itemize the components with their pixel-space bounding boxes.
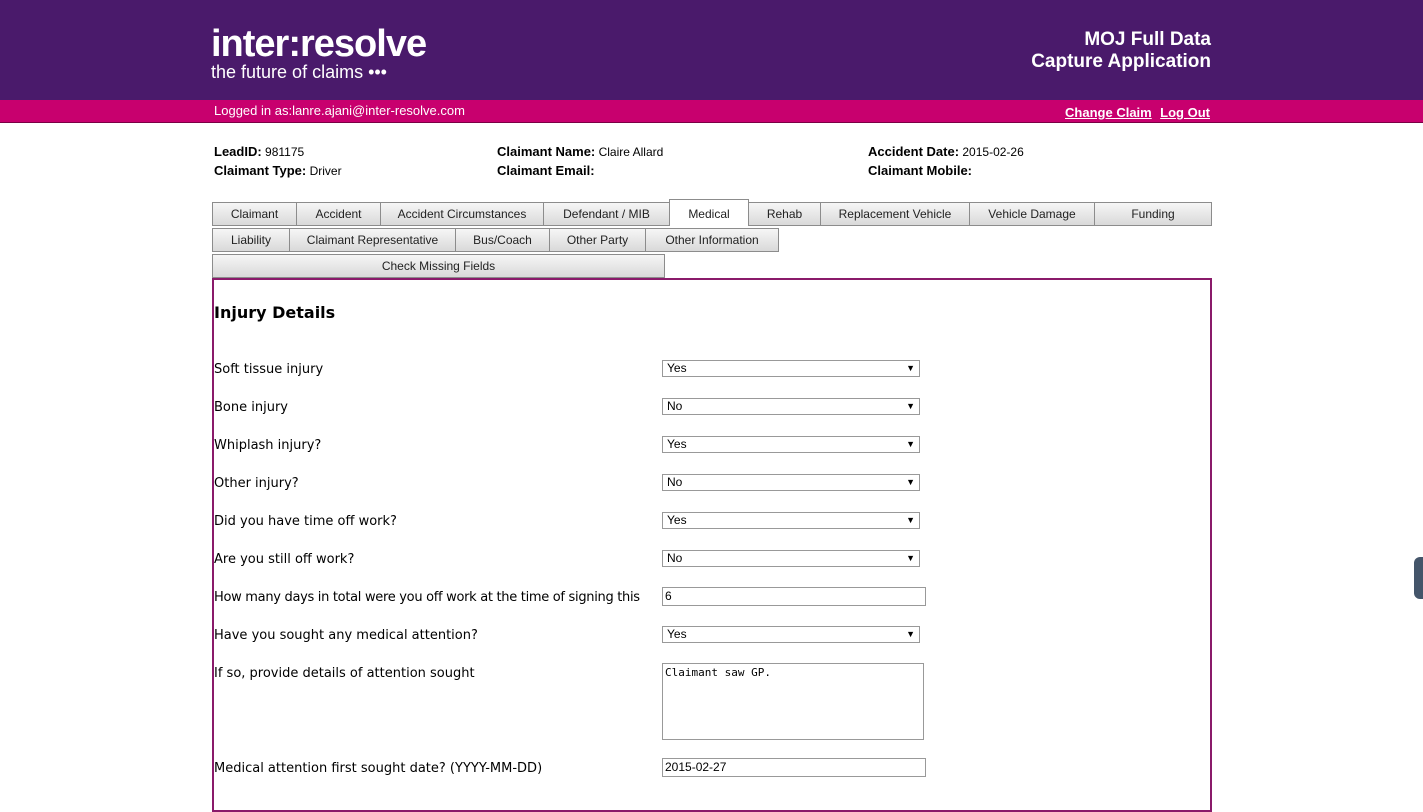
other-injury-label: Other injury? bbox=[214, 476, 299, 491]
app-title-line2: Capture Application bbox=[1031, 51, 1211, 72]
tab-defendant-mib[interactable]: Defendant / MIB bbox=[543, 202, 670, 226]
tab-row-3: Check Missing Fields bbox=[212, 254, 665, 278]
tab-bus-coach[interactable]: Bus/Coach bbox=[455, 228, 550, 252]
still-off-work-label: Are you still off work? bbox=[214, 552, 355, 567]
tab-vehicle-damage[interactable]: Vehicle Damage bbox=[969, 202, 1095, 226]
bone-injury-label: Bone injury bbox=[214, 400, 288, 415]
logo-tagline: the future of claims ••• bbox=[211, 62, 387, 82]
tab-liability[interactable]: Liability bbox=[212, 228, 290, 252]
tab-replacement-vehicle[interactable]: Replacement Vehicle bbox=[820, 202, 970, 226]
dropdown-arrow-icon: ▼ bbox=[906, 553, 915, 563]
tab-row-2: Liability Claimant Representative Bus/Co… bbox=[212, 228, 779, 252]
app-header: inter:resolve the future of claims ••• M… bbox=[0, 0, 1423, 100]
claim-info-col3: Accident Date: 2015-02-26 Claimant Mobil… bbox=[868, 144, 1024, 182]
attention-details-label: If so, provide details of attention soug… bbox=[214, 666, 475, 681]
medical-attention-label: Have you sought any medical attention? bbox=[214, 628, 478, 643]
first-sought-date-label: Medical attention first sought date? (YY… bbox=[214, 761, 543, 776]
tab-rehab[interactable]: Rehab bbox=[748, 202, 821, 226]
section-title: Injury Details bbox=[214, 303, 336, 322]
time-off-work-select[interactable]: Yes ▼ bbox=[662, 512, 920, 529]
first-sought-date-input[interactable]: 2015-02-27 bbox=[662, 758, 926, 777]
tab-row-1: Claimant Accident Accident Circumstances… bbox=[212, 199, 1212, 226]
claimant-mobile: Claimant Mobile: bbox=[868, 163, 973, 178]
lead-id: LeadID: 981175 bbox=[214, 144, 305, 159]
tab-accident-circumstances[interactable]: Accident Circumstances bbox=[380, 202, 544, 226]
side-scroll-handle[interactable] bbox=[1414, 557, 1423, 599]
soft-tissue-select[interactable]: Yes ▼ bbox=[662, 360, 920, 377]
claim-info-col1: LeadID: 981175 Claimant Type: Driver bbox=[214, 144, 342, 182]
whiplash-select[interactable]: Yes ▼ bbox=[662, 436, 920, 453]
tab-other-party[interactable]: Other Party bbox=[549, 228, 646, 252]
bone-injury-select[interactable]: No ▼ bbox=[662, 398, 920, 415]
user-links: Change Claim Log Out bbox=[1061, 104, 1210, 122]
tab-accident[interactable]: Accident bbox=[296, 202, 381, 226]
app-title: MOJ Full Data Capture Application bbox=[1031, 29, 1211, 73]
tab-claimant[interactable]: Claimant bbox=[212, 202, 297, 226]
inter-resolve-logo[interactable]: inter:resolve the future of claims ••• bbox=[211, 23, 427, 82]
tab-funding[interactable]: Funding bbox=[1094, 202, 1212, 226]
dropdown-arrow-icon: ▼ bbox=[906, 477, 915, 487]
other-injury-select[interactable]: No ▼ bbox=[662, 474, 920, 491]
medical-panel: Injury Details Soft tissue injury Yes ▼ B… bbox=[212, 278, 1212, 812]
app-title-line1: MOJ Full Data bbox=[1084, 29, 1211, 50]
claim-info-col2: Claimant Name: Claire Allard Claimant Em… bbox=[497, 144, 663, 182]
dropdown-arrow-icon: ▼ bbox=[906, 401, 915, 411]
claimant-email: Claimant Email: bbox=[497, 163, 595, 178]
soft-tissue-label: Soft tissue injury bbox=[214, 362, 324, 377]
days-off-input[interactable]: 6 bbox=[662, 587, 926, 606]
dropdown-arrow-icon: ▼ bbox=[906, 515, 915, 525]
logged-in-text: Logged in as:lanre.ajani@inter-resolve.c… bbox=[214, 103, 465, 118]
logo-wordmark: inter:resolve bbox=[211, 23, 427, 65]
tab-claimant-representative[interactable]: Claimant Representative bbox=[289, 228, 456, 252]
user-bar: Logged in as:lanre.ajani@inter-resolve.c… bbox=[0, 100, 1423, 123]
log-out-link[interactable]: Log Out bbox=[1160, 105, 1210, 120]
claimant-name: Claimant Name: Claire Allard bbox=[497, 144, 664, 159]
dropdown-arrow-icon: ▼ bbox=[906, 439, 915, 449]
medical-attention-select[interactable]: Yes ▼ bbox=[662, 626, 920, 643]
claimant-type: Claimant Type: Driver bbox=[214, 163, 342, 178]
dropdown-arrow-icon: ▼ bbox=[906, 363, 915, 373]
dropdown-arrow-icon: ▼ bbox=[906, 629, 915, 639]
time-off-work-label: Did you have time off work? bbox=[214, 514, 397, 529]
accident-date: Accident Date: 2015-02-26 bbox=[868, 144, 1024, 159]
whiplash-label: Whiplash injury? bbox=[214, 438, 322, 453]
check-missing-fields-button[interactable]: Check Missing Fields bbox=[212, 254, 665, 278]
change-claim-link[interactable]: Change Claim bbox=[1065, 105, 1152, 120]
tab-medical[interactable]: Medical bbox=[669, 199, 749, 226]
attention-details-textarea[interactable]: Claimant saw GP. bbox=[662, 663, 924, 740]
days-off-label: How many days in total were you off work… bbox=[214, 590, 640, 605]
tab-other-information[interactable]: Other Information bbox=[645, 228, 779, 252]
still-off-work-select[interactable]: No ▼ bbox=[662, 550, 920, 567]
